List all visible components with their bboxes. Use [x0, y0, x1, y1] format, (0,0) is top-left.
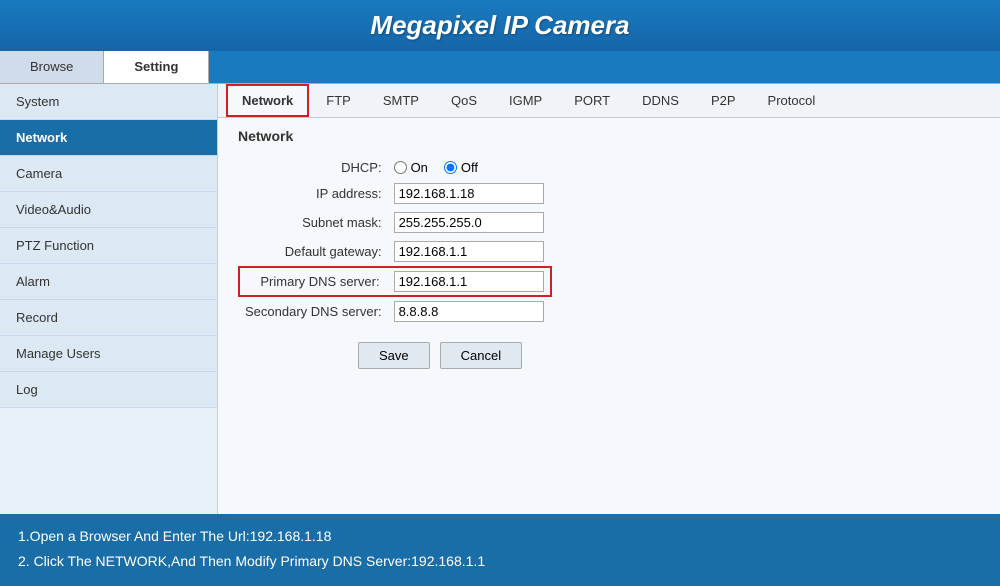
sidebar-item-log[interactable]: Log	[0, 372, 217, 408]
content-body: Network DHCP: On Off	[218, 118, 1000, 379]
sidebar-item-camera[interactable]: Camera	[0, 156, 217, 192]
primary-dns-input[interactable]	[394, 271, 544, 292]
button-row: Save Cancel	[238, 342, 980, 369]
footer-line2: 2. Click The NETWORK,And Then Modify Pri…	[18, 549, 982, 574]
sidebar-item-network[interactable]: Network	[0, 120, 217, 156]
ip-row: IP address:	[239, 179, 551, 208]
ip-input[interactable]	[394, 183, 544, 204]
sub-tab-p2p[interactable]: P2P	[696, 85, 751, 116]
dhcp-on-label: On	[411, 160, 428, 175]
footer-line1: 1.Open a Browser And Enter The Url:192.1…	[18, 524, 982, 549]
secondary-dns-row: Secondary DNS server:	[239, 296, 551, 326]
sub-tabs: Network FTP SMTP QoS IGMP PORT DDNS P2P …	[218, 84, 1000, 118]
primary-dns-label: Primary DNS server:	[239, 267, 388, 296]
sub-tab-igmp[interactable]: IGMP	[494, 85, 557, 116]
dhcp-label: DHCP:	[239, 156, 388, 179]
sub-tab-protocol[interactable]: Protocol	[753, 85, 831, 116]
app-title: Megapixel IP Camera	[370, 10, 629, 40]
sub-tab-network[interactable]: Network	[226, 84, 309, 117]
ip-label: IP address:	[239, 179, 388, 208]
dhcp-value: On Off	[388, 156, 551, 179]
tab-browse[interactable]: Browse	[0, 51, 104, 83]
sidebar-item-alarm[interactable]: Alarm	[0, 264, 217, 300]
dhcp-on-radio[interactable]	[394, 161, 407, 174]
content-area: Network FTP SMTP QoS IGMP PORT DDNS P2P …	[218, 84, 1000, 514]
sidebar-item-video-audio[interactable]: Video&Audio	[0, 192, 217, 228]
dhcp-off-label: Off	[461, 160, 478, 175]
subnet-label: Subnet mask:	[239, 208, 388, 237]
dhcp-off-radio[interactable]	[444, 161, 457, 174]
dhcp-row: DHCP: On Off	[239, 156, 551, 179]
subnet-row: Subnet mask:	[239, 208, 551, 237]
sidebar-item-ptz[interactable]: PTZ Function	[0, 228, 217, 264]
gateway-label: Default gateway:	[239, 237, 388, 267]
main-area: System Network Camera Video&Audio PTZ Fu…	[0, 84, 1000, 514]
sidebar: System Network Camera Video&Audio PTZ Fu…	[0, 84, 218, 514]
dhcp-off-option[interactable]: Off	[444, 160, 478, 175]
sub-tab-ddns[interactable]: DDNS	[627, 85, 694, 116]
subnet-input[interactable]	[394, 212, 544, 233]
sidebar-item-manage-users[interactable]: Manage Users	[0, 336, 217, 372]
footer: 1.Open a Browser And Enter The Url:192.1…	[0, 514, 1000, 586]
save-button[interactable]: Save	[358, 342, 430, 369]
secondary-dns-label: Secondary DNS server:	[239, 296, 388, 326]
header: Megapixel IP Camera	[0, 0, 1000, 51]
section-title: Network	[238, 128, 980, 144]
dhcp-radio-group: On Off	[394, 160, 545, 175]
dhcp-on-option[interactable]: On	[394, 160, 428, 175]
sub-tab-ftp[interactable]: FTP	[311, 85, 366, 116]
primary-dns-row: Primary DNS server:	[239, 267, 551, 296]
sidebar-item-system[interactable]: System	[0, 84, 217, 120]
secondary-dns-input[interactable]	[394, 301, 544, 322]
tab-setting[interactable]: Setting	[104, 51, 209, 83]
cancel-button[interactable]: Cancel	[440, 342, 522, 369]
network-form: DHCP: On Off	[238, 156, 552, 326]
gateway-input[interactable]	[394, 241, 544, 262]
gateway-row: Default gateway:	[239, 237, 551, 267]
sub-tab-port[interactable]: PORT	[559, 85, 625, 116]
sub-tab-qos[interactable]: QoS	[436, 85, 492, 116]
sidebar-item-record[interactable]: Record	[0, 300, 217, 336]
main-tabs: Browse Setting	[0, 51, 1000, 84]
sub-tab-smtp[interactable]: SMTP	[368, 85, 434, 116]
